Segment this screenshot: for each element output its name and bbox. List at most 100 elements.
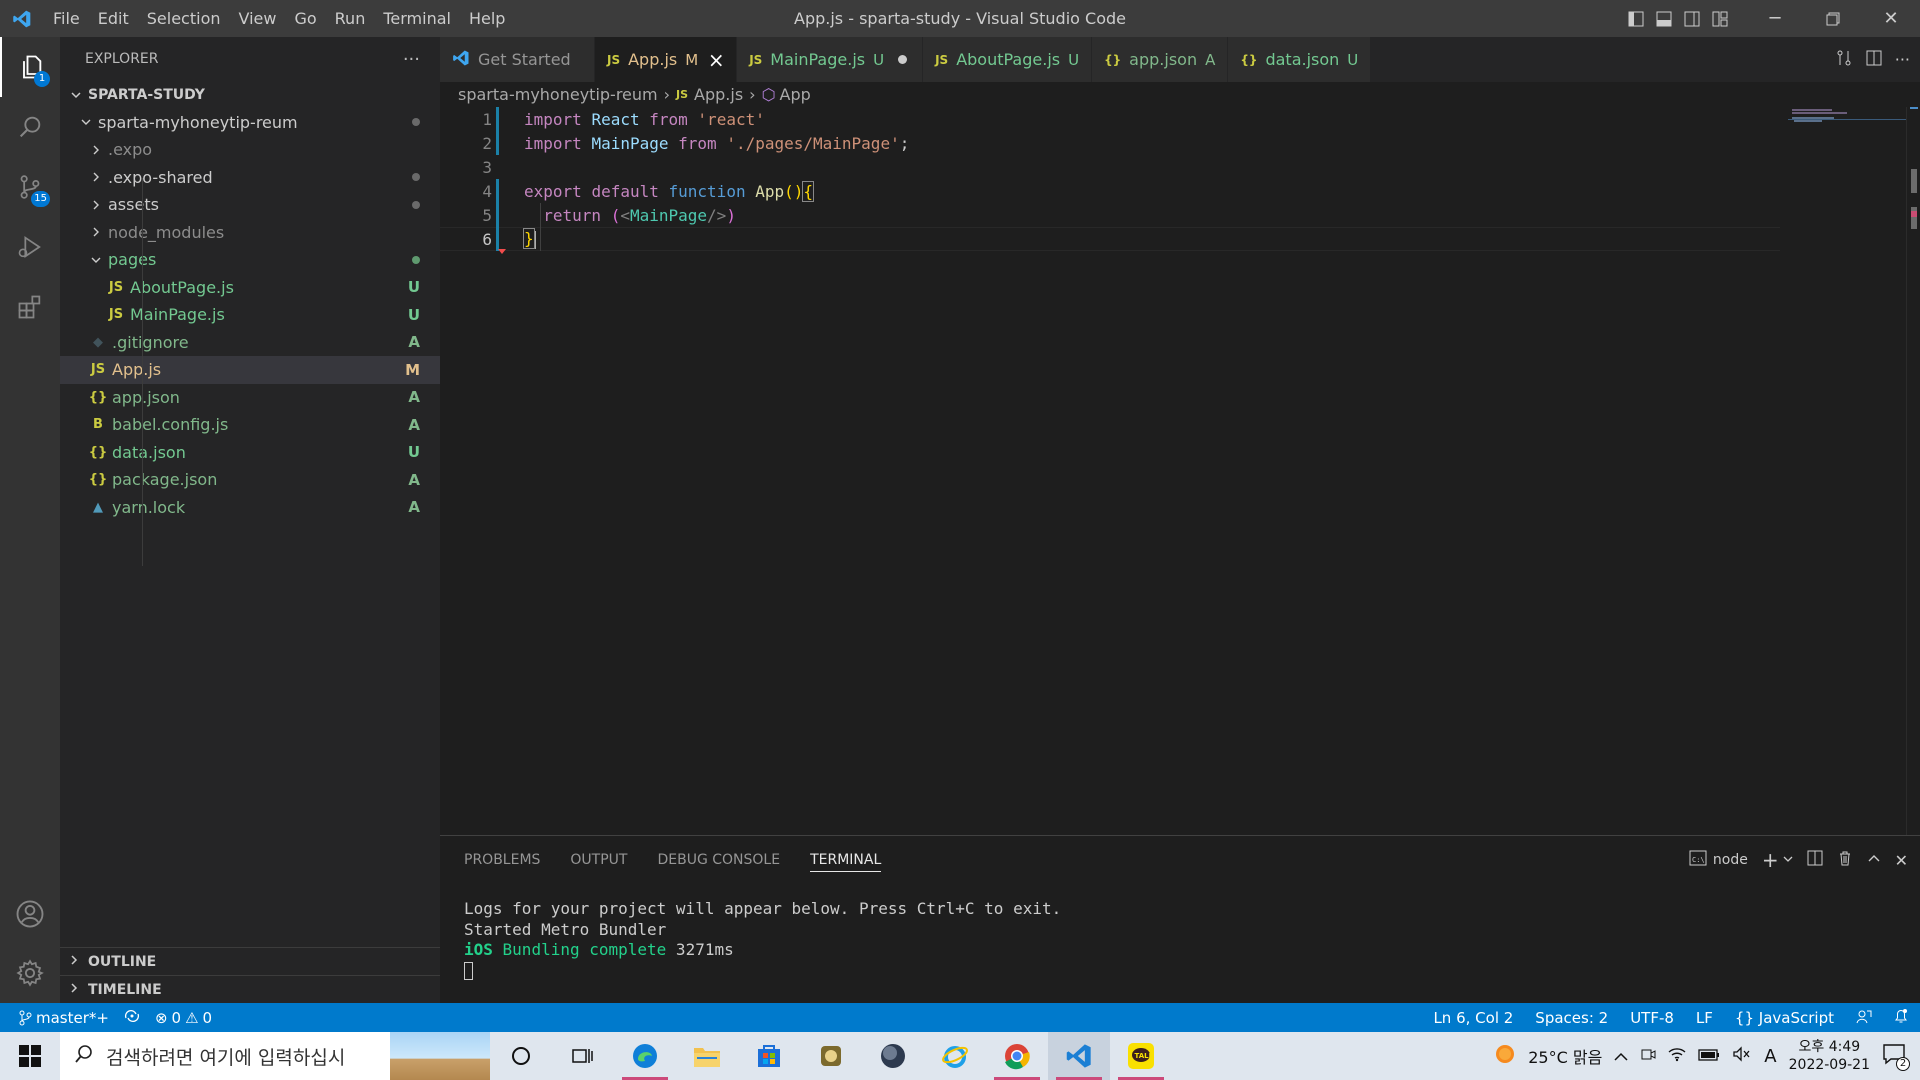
tree-item[interactable]: .expo-shared [60, 164, 440, 192]
cursor-position[interactable]: Ln 6, Col 2 [1433, 1009, 1513, 1027]
app-shield-icon[interactable] [800, 1032, 862, 1080]
unsaved-dot-icon[interactable] [894, 55, 910, 64]
weather-text[interactable]: 25°C 맑음 [1528, 1044, 1602, 1068]
tab-app-js[interactable]: JS App.js M × [595, 37, 738, 82]
file-explorer-icon[interactable] [676, 1032, 738, 1080]
branch-status[interactable]: master*+ [18, 1009, 109, 1027]
problems-status[interactable]: ⊗ 0 ⚠ 0 [155, 1009, 212, 1027]
kakaotalk-icon[interactable]: TALK [1110, 1032, 1172, 1080]
new-terminal-icon[interactable]: + [1762, 848, 1779, 872]
toggle-primary-sidebar-icon[interactable] [1622, 0, 1650, 37]
code-line[interactable]: 1 import React from 'react' [440, 107, 1780, 131]
feedback-icon[interactable] [1856, 1008, 1872, 1028]
tree-item[interactable]: ◆ .gitignore A [60, 329, 440, 357]
volume-muted-icon[interactable] [1732, 1046, 1752, 1066]
tree-item[interactable]: sparta-myhoneytip-reum [60, 109, 440, 137]
tree-item[interactable]: JS MainPage.js U [60, 301, 440, 329]
menu-item-file[interactable]: File [44, 0, 89, 37]
meeting-icon[interactable] [1640, 1046, 1656, 1066]
sync-icon[interactable] [123, 1009, 141, 1027]
taskbar-search[interactable]: 검색하려면 여기에 입력하십시 [60, 1032, 490, 1080]
vscode-taskbar-icon[interactable] [1048, 1032, 1110, 1080]
panel-tab-terminal[interactable]: TERMINAL [810, 836, 882, 884]
internet-explorer-icon[interactable] [924, 1032, 986, 1080]
code-line[interactable]: 2 import MainPage from './pages/MainPage… [440, 131, 1780, 155]
trash-icon[interactable] [1837, 850, 1853, 870]
ime-indicator[interactable]: A [1764, 1046, 1776, 1067]
code-editor[interactable]: 1 import React from 'react' 2 import Mai… [440, 107, 1920, 835]
minimap[interactable] [1788, 107, 1906, 835]
tree-item[interactable]: Bbabel.config.js A [60, 411, 440, 439]
tree-item[interactable]: JS AboutPage.js U [60, 274, 440, 302]
restore-button[interactable] [1804, 0, 1862, 37]
wifi-icon[interactable] [1668, 1046, 1686, 1066]
cortana-icon[interactable] [490, 1032, 552, 1080]
manage-gear-icon[interactable] [0, 943, 60, 1003]
weather-sun-icon[interactable] [1494, 1043, 1516, 1069]
toggle-panel-icon[interactable] [1650, 0, 1678, 37]
breadcrumb-file[interactable]: App.js [694, 85, 743, 104]
open-changes-icon[interactable] [1835, 49, 1853, 71]
code-line[interactable]: 4 export default function App(){ [440, 179, 1780, 203]
tree-item[interactable]: .expo [60, 136, 440, 164]
breadcrumb-symbol[interactable]: App [780, 85, 811, 104]
explorer-activity-icon[interactable]: 1 [0, 37, 60, 97]
split-editor-icon[interactable] [1865, 49, 1883, 71]
accounts-icon[interactable] [0, 884, 60, 944]
code-line[interactable]: 3 [440, 155, 1780, 179]
encoding[interactable]: UTF-8 [1630, 1009, 1674, 1027]
close-panel-icon[interactable]: ✕ [1895, 851, 1908, 870]
windows-start-icon[interactable] [0, 1032, 60, 1080]
more-editor-actions-icon[interactable]: ··· [1895, 50, 1910, 69]
panel-tab-problems[interactable]: PROBLEMS [464, 836, 540, 884]
globe-app-icon[interactable] [862, 1032, 924, 1080]
code-line-current[interactable]: 6 } [440, 227, 1780, 251]
menu-item-view[interactable]: View [230, 0, 286, 37]
maximize-panel-icon[interactable] [1867, 851, 1881, 869]
indentation[interactable]: Spaces: 2 [1535, 1009, 1608, 1027]
clock[interactable]: 오후 4:49 2022-09-21 [1789, 1038, 1870, 1074]
tree-item[interactable]: {} data.json U [60, 439, 440, 467]
tree-item[interactable]: ▲ yarn.lock A [60, 494, 440, 522]
tray-chevron-up-icon[interactable] [1614, 1047, 1628, 1066]
tab-mainpage-js[interactable]: JS MainPage.js U [737, 37, 924, 82]
menu-item-run[interactable]: Run [326, 0, 375, 37]
timeline-section[interactable]: TIMELINE [60, 975, 440, 1003]
tab-get-started[interactable]: Get Started [440, 37, 595, 82]
notifications-bell-icon[interactable] [1894, 1008, 1908, 1028]
workspace-root[interactable]: SPARTA-STUDY [60, 81, 440, 109]
terminal-output[interactable]: Logs for your project will appear below.… [440, 899, 1920, 981]
tab-app-json[interactable]: {} app.json A [1092, 37, 1229, 82]
battery-icon[interactable] [1698, 1047, 1720, 1066]
source-control-activity-icon[interactable]: 15 [0, 157, 60, 217]
tree-item[interactable]: node_modules [60, 219, 440, 247]
vscode-logo-icon[interactable] [0, 0, 44, 37]
menu-item-go[interactable]: Go [285, 0, 325, 37]
panel-tab-debug-console[interactable]: DEBUG CONSOLE [657, 836, 780, 884]
menu-item-help[interactable]: Help [460, 0, 514, 37]
tab-data-json[interactable]: {} data.json U [1228, 37, 1372, 82]
chrome-icon[interactable] [986, 1032, 1048, 1080]
tree-item[interactable]: JS App.js M [60, 356, 440, 384]
extensions-activity-icon[interactable] [0, 277, 60, 337]
breadcrumb-folder[interactable]: sparta-myhoneytip-reum [458, 85, 658, 104]
panel-tab-output[interactable]: OUTPUT [570, 836, 627, 884]
vertical-scrollbar[interactable] [1906, 107, 1920, 835]
task-view-icon[interactable] [552, 1032, 614, 1080]
notification-center-icon[interactable]: 2 [1882, 1043, 1910, 1071]
menu-item-terminal[interactable]: Terminal [374, 0, 460, 37]
search-activity-icon[interactable] [0, 97, 60, 157]
terminal-shell-name[interactable]: node [1713, 852, 1748, 868]
run-debug-activity-icon[interactable] [0, 217, 60, 277]
toggle-secondary-sidebar-icon[interactable] [1678, 0, 1706, 37]
menu-item-selection[interactable]: Selection [138, 0, 230, 37]
menu-item-edit[interactable]: Edit [89, 0, 138, 37]
tree-item[interactable]: pages [60, 246, 440, 274]
close-tab-icon[interactable]: × [708, 48, 725, 72]
minimize-button[interactable]: ─ [1746, 0, 1804, 37]
outline-section[interactable]: OUTLINE [60, 947, 440, 975]
chevron-down-icon[interactable] [1783, 852, 1793, 868]
customize-layout-icon[interactable] [1706, 0, 1734, 37]
split-terminal-icon[interactable] [1807, 850, 1823, 870]
tree-item[interactable]: {} app.json A [60, 384, 440, 412]
